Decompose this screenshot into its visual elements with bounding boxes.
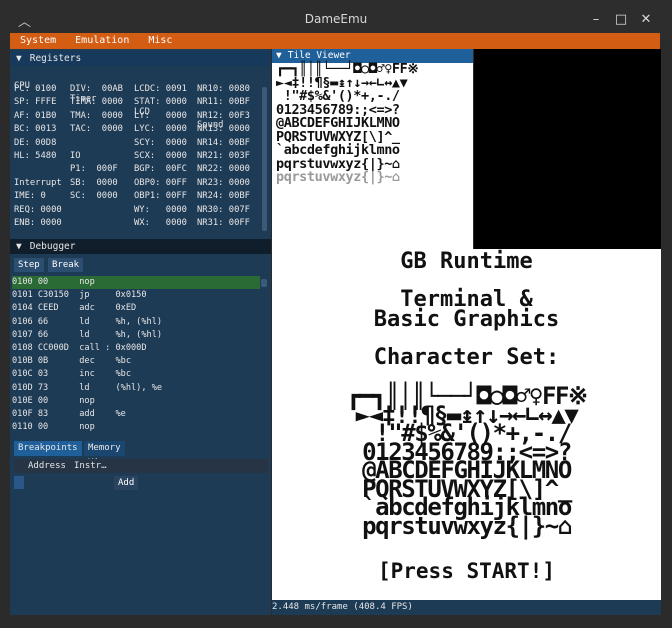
register-cell: SB: 0000 — [70, 177, 118, 188]
break-button[interactable]: Break — [48, 258, 84, 272]
register-cell: LCDC: 0091 — [134, 84, 187, 94]
disassembly-list: 0100 00 nop 0101 C30150 jp 0x0150 0104 CEE… — [12, 276, 262, 436]
register-cell: AF: 01B0 — [14, 110, 57, 121]
tab-memory-viewer[interactable]: Memory Viewer — [84, 441, 125, 468]
register-cell: LY: 0000 — [134, 110, 187, 121]
collapse-triangle-icon: ▼ — [16, 53, 22, 64]
menu-misc[interactable]: Misc — [148, 33, 172, 49]
register-cell: LYC: 0000 — [134, 124, 187, 135]
collapse-triangle-icon: ▼ — [16, 241, 22, 252]
disassembly-line[interactable]: 0107 66 ld %h, (%hl) — [12, 329, 260, 342]
register-cell: NR22: 0000 — [197, 164, 250, 175]
registers-header[interactable]: ▼ Registers — [10, 51, 271, 66]
disassembly-line[interactable]: 010B 0B dec %bc — [12, 355, 260, 368]
register-cell: WY: 0000 — [134, 204, 187, 215]
register-cell: HL: 5480 — [14, 151, 57, 161]
tile-viewer-title: Tile Viewer — [287, 50, 351, 61]
left-panel: ▼ Registers CPU Timer LCD Sound PC: 0100 D… — [10, 49, 271, 615]
register-cell: DE: 00D8 — [14, 137, 57, 148]
menu-emulation[interactable]: Emulation — [75, 33, 129, 49]
disassembly-line[interactable]: 0104 CEED adc 0xED — [12, 302, 260, 315]
col-address: Address — [28, 461, 66, 471]
screen-line-basic-graphics: Basic Graphics — [373, 307, 560, 332]
window-title: DameEmu — [304, 12, 368, 26]
screen-line-press-start: [Press START!] — [377, 559, 555, 583]
register-cell: NR23: 0000 — [197, 177, 250, 188]
register-cell: NR12: 00F3 — [197, 110, 250, 121]
disassembly-line[interactable]: 010D 73 ld (%hl), %e — [12, 382, 260, 395]
maximize-button[interactable]: □ — [611, 10, 631, 30]
close-button[interactable]: ✕ — [636, 10, 656, 30]
disassembly-line[interactable]: 0106 66 ld %h, (%hl) — [12, 316, 260, 329]
register-cell: NR30: 007F — [197, 204, 250, 215]
register-cell: TIMA: 0000 — [70, 97, 123, 108]
screen-line-gb-runtime: GB Runtime — [400, 249, 533, 274]
register-cell: TMA: 0000 — [70, 110, 123, 121]
status-bar: 2.448 ms/frame (408.4 FPS) — [272, 600, 661, 615]
step-button[interactable]: Step — [14, 258, 44, 272]
disassembly-line[interactable]: 010E 00 nop — [12, 395, 260, 408]
tile-row: pqrstuvwxyz{|}~⌂ — [276, 169, 400, 185]
register-cell: PC: 0100 — [14, 84, 57, 94]
screen-charset-row: pqrstuvwxyz{|}~⌂ — [362, 511, 572, 540]
registers-title: Registers — [29, 53, 82, 64]
register-cell: ENB: 0000 — [14, 218, 62, 228]
register-cell: NR24: 00BF — [197, 191, 250, 202]
register-cell: WX: 0000 — [134, 218, 187, 228]
register-cell: SCY: 0000 — [134, 137, 187, 148]
register-cell: DIV: 00AB — [70, 84, 123, 94]
register-cell: P1: 000F — [70, 164, 118, 175]
disassembly-line[interactable]: 0110 00 nop — [12, 421, 260, 434]
register-cell: SP: FFFE — [14, 97, 57, 108]
register-cell: STAT: 0000 — [134, 97, 187, 108]
menu-bar: System Emulation Misc — [10, 33, 660, 49]
registers-column-headers: CPU Timer LCD Sound — [14, 67, 223, 130]
register-cell: NR10: 0080 — [197, 84, 250, 94]
tab-breakpoints[interactable]: Breakpoints — [14, 441, 82, 456]
disassembly-line[interactable]: 010F 83 add %e — [12, 408, 260, 421]
minimize-button[interactable]: – — [586, 10, 606, 30]
breakpoint-address-input[interactable] — [14, 476, 24, 489]
register-cell: SC: 0000 — [70, 191, 118, 202]
register-cell: TAC: 0000 — [70, 124, 123, 135]
breakpoints-table-header: Address Instr… — [14, 459, 268, 473]
debugger-title: Debugger — [29, 241, 76, 252]
register-cell: NR13: 0000 — [197, 124, 250, 135]
add-breakpoint-button[interactable]: Add — [114, 476, 139, 490]
register-cell: NR14: 00BF — [197, 137, 250, 148]
frame-time-text: 2.448 ms/frame (408.4 FPS) — [272, 602, 413, 612]
debugger-header[interactable]: ▼ Debugger — [10, 239, 271, 254]
register-cell: REQ: 0000 — [14, 204, 62, 215]
tile-viewer-empty-area — [474, 49, 661, 249]
register-cell: OBP1: 00FF — [134, 191, 187, 202]
register-cell: BGP: 00FC — [134, 164, 187, 175]
register-cell: IME: 0 — [14, 191, 46, 202]
register-cell: NR21: 003F — [197, 151, 250, 161]
register-cell: IO — [70, 151, 81, 161]
menu-system[interactable]: System — [20, 33, 56, 49]
disassembly-scrollbar[interactable] — [261, 279, 267, 287]
screen-line-character-set: Character Set: — [373, 345, 560, 370]
game-screen: GB Runtime Terminal & Basic Graphics Cha… — [272, 249, 661, 600]
registers-scrollbar[interactable] — [262, 87, 267, 231]
disassembly-line[interactable]: 0100 00 nop — [12, 276, 260, 289]
register-cell: SCX: 0000 — [134, 151, 187, 161]
register-cell: Interrupt — [14, 177, 62, 188]
register-cell: NR11: 00BF — [197, 97, 250, 108]
register-cell: BC: 0013 — [14, 124, 57, 135]
col-instr: Instr… — [74, 461, 107, 471]
tile-viewer-canvas: ┏━┓║│║└──┘◘○◘♂♀FF※ ►◄‡!!¶§▬↨↑↓→←∟↔▲▼ !"#$… — [272, 62, 473, 249]
app-window: ︿ DameEmu – □ ✕ System Emulation Misc ▼ R… — [0, 0, 672, 628]
register-cell: OBP0: 00FF — [134, 177, 187, 188]
register-cell: NR31: 00FF — [197, 218, 250, 228]
disassembly-line[interactable]: 0108 CC000D call : 0x000D — [12, 342, 260, 355]
collapse-triangle-icon: ▼ — [276, 50, 282, 61]
disassembly-line[interactable]: 010C 03 inc %bc — [12, 368, 260, 381]
disassembly-line[interactable]: 0101 C30150 jp 0x0150 — [12, 289, 260, 302]
